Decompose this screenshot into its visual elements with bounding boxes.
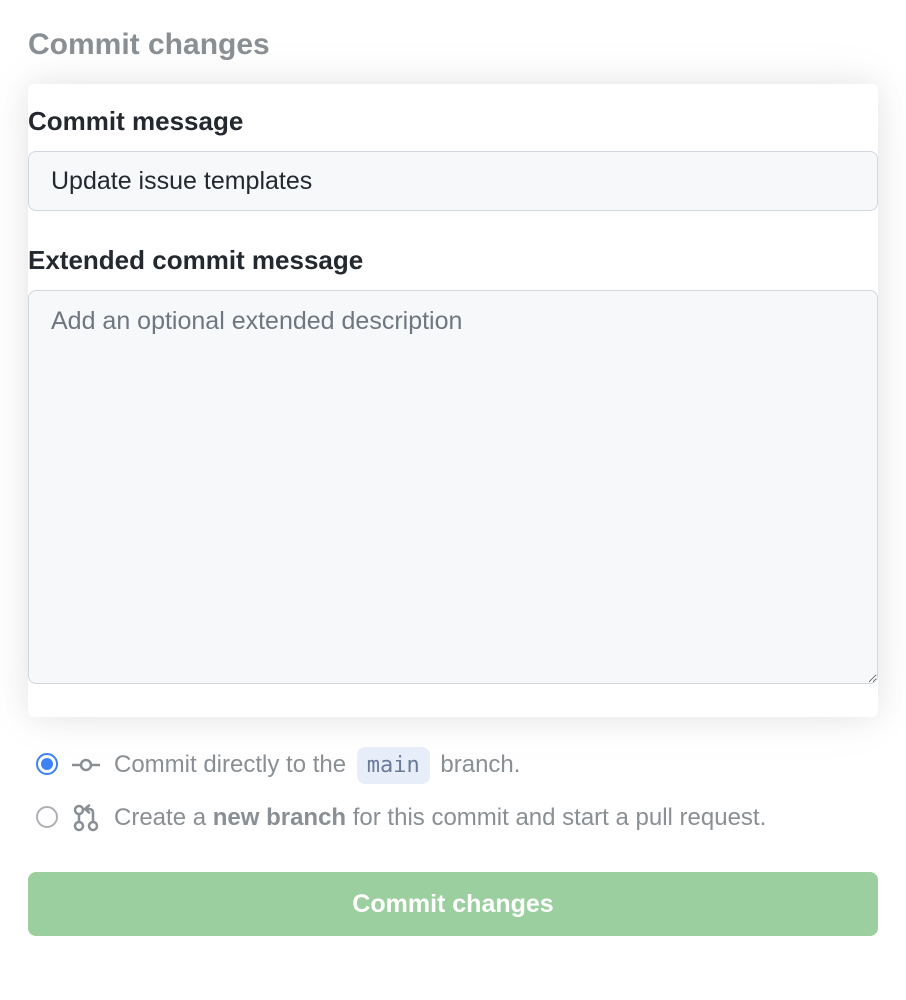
commit-changes-button[interactable]: Commit changes	[28, 872, 878, 936]
branch-badge: main	[357, 747, 430, 784]
radio-new-branch-text: Create a new branch for this commit and …	[114, 800, 870, 836]
commit-message-label: Commit message	[28, 106, 878, 137]
commit-message-input[interactable]	[28, 151, 878, 211]
branch-options: Commit directly to the main branch. Crea…	[28, 747, 878, 836]
page-title: Commit changes	[28, 28, 878, 62]
pull-request-icon	[72, 804, 100, 832]
radio-button-new-branch[interactable]	[36, 806, 58, 828]
commit-message-card: Commit message Extended commit message	[28, 84, 878, 717]
radio-new-branch[interactable]: Create a new branch for this commit and …	[36, 800, 870, 836]
commit-icon	[72, 751, 100, 779]
radio-direct-text: Commit directly to the main branch.	[114, 747, 870, 784]
extended-message-textarea[interactable]	[28, 290, 878, 684]
extended-message-label: Extended commit message	[28, 245, 878, 276]
radio-commit-direct[interactable]: Commit directly to the main branch.	[36, 747, 870, 784]
radio-button-direct[interactable]	[36, 753, 58, 775]
